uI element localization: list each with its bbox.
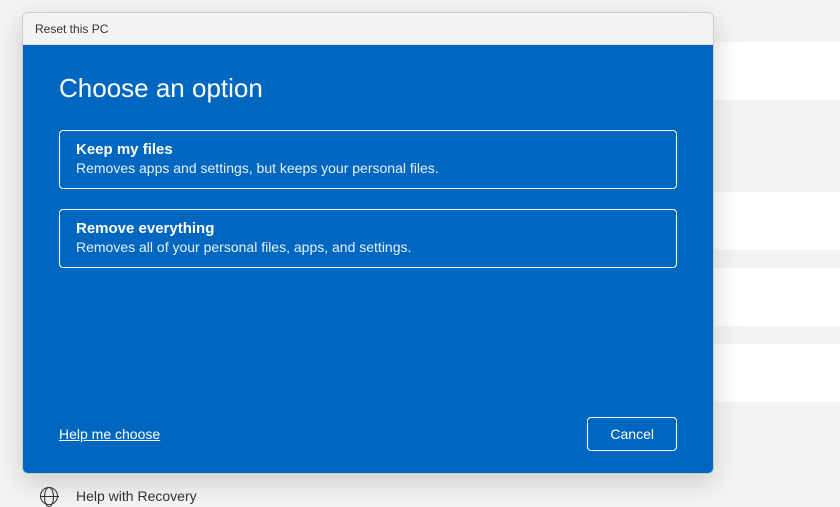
remove-everything-option[interactable]: Remove everything Removes all of your pe… [59,209,677,268]
dialog-heading: Choose an option [59,73,677,104]
globe-icon [40,487,58,505]
reset-pc-dialog: Reset this PC Choose an option Keep my f… [22,12,714,474]
dialog-titlebar: Reset this PC [23,13,713,45]
keep-my-files-option[interactable]: Keep my files Removes apps and settings,… [59,130,677,189]
option-description: Removes all of your personal files, apps… [76,239,660,255]
option-title: Keep my files [76,141,660,158]
dialog-title: Reset this PC [35,22,108,36]
help-me-choose-link[interactable]: Help me choose [59,426,160,442]
help-with-recovery-link[interactable]: Help with Recovery [40,487,197,505]
help-recovery-label: Help with Recovery [76,488,197,504]
option-title: Remove everything [76,220,660,237]
cancel-button[interactable]: Cancel [587,417,677,451]
dialog-body: Choose an option Keep my files Removes a… [23,45,713,473]
option-description: Removes apps and settings, but keeps you… [76,160,660,176]
